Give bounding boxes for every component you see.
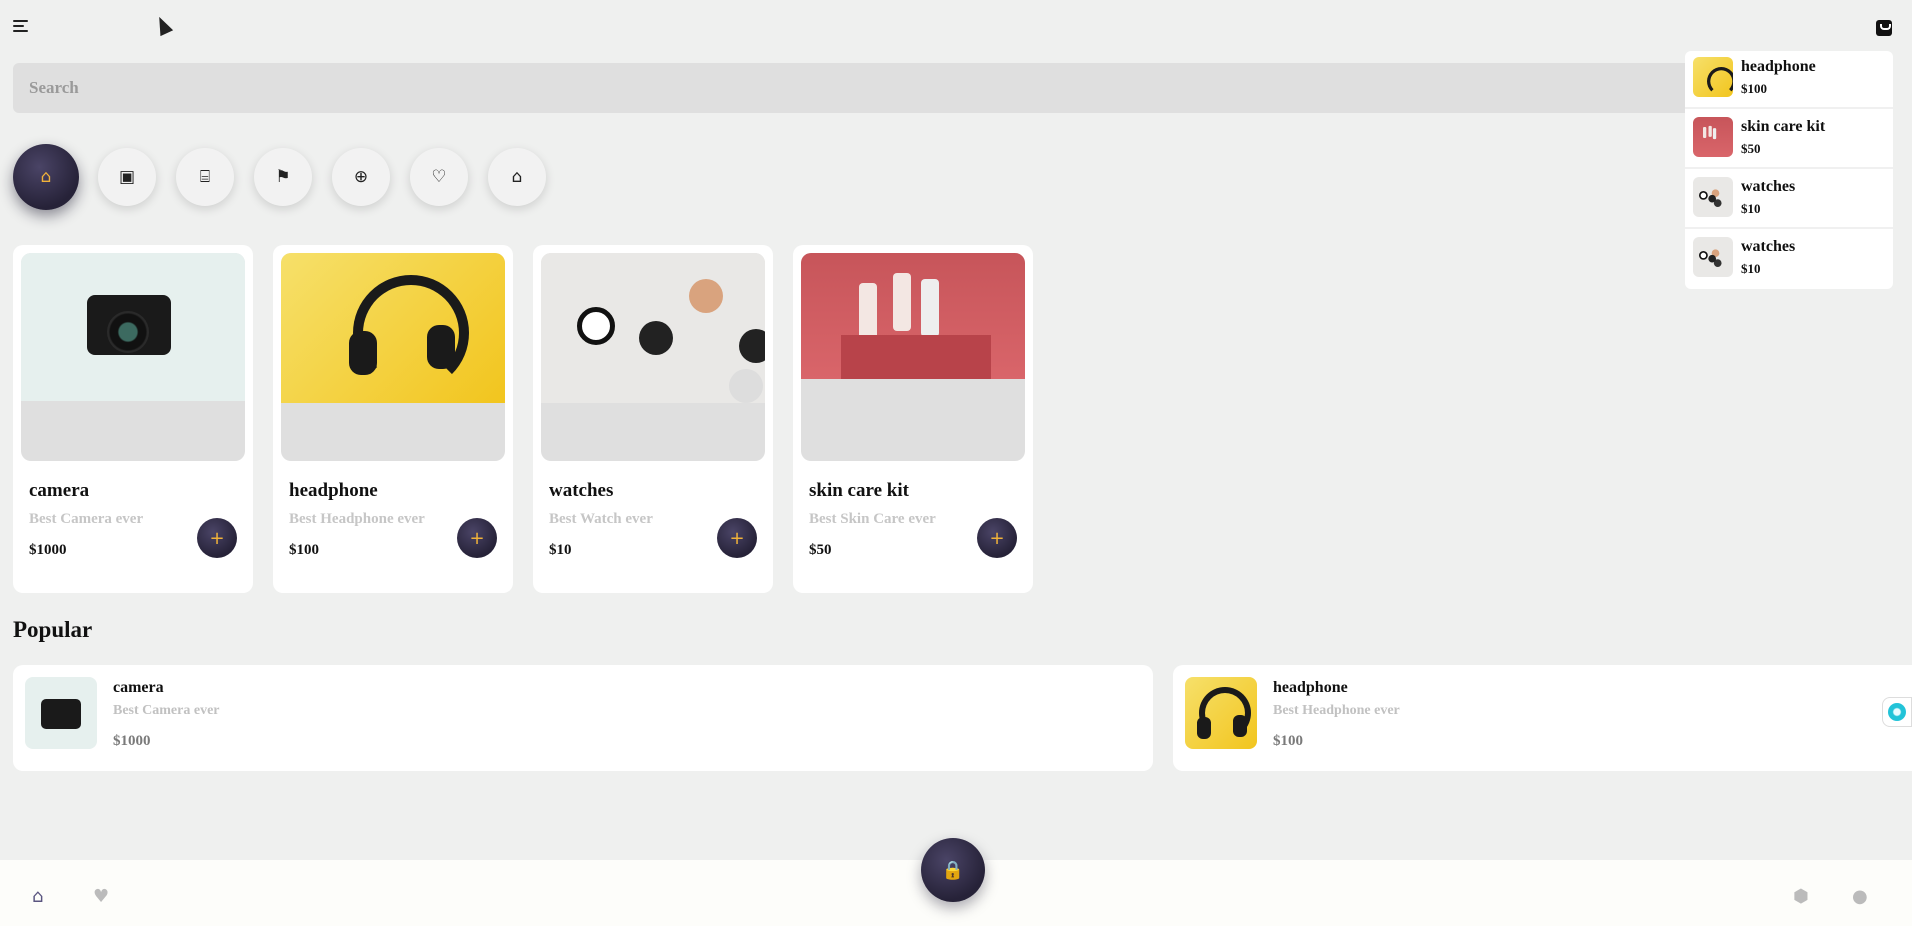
- product-description: Best Skin Care ever: [809, 511, 936, 527]
- product-image: [281, 253, 505, 461]
- popular-thumbnail: [25, 677, 97, 749]
- cart-dropdown: headphone $100 skin care kit $50 watches…: [1685, 51, 1893, 289]
- category-bookmark-icon[interactable]: ⚑: [254, 148, 312, 206]
- product-price: $50: [809, 542, 832, 558]
- cart-item-name: headphone: [1741, 58, 1816, 75]
- popular-item[interactable]: headphone Best Headphone ever $100: [1173, 665, 1912, 771]
- skin-care-image: [801, 253, 1025, 379]
- cart-item[interactable]: headphone $100: [1685, 51, 1893, 109]
- product-image: [801, 253, 1025, 461]
- cart-item-price: $10: [1741, 261, 1761, 276]
- category-house-filled-icon[interactable]: ⌂: [488, 148, 546, 206]
- product-description: Best Watch ever: [549, 511, 653, 527]
- cart-item-name: skin care kit: [1741, 118, 1826, 135]
- add-to-cart-button[interactable]: +: [197, 518, 237, 558]
- cart-item[interactable]: watches $10: [1685, 231, 1893, 289]
- product-price: $1000: [29, 542, 67, 558]
- product-card[interactable]: camera Best Camera ever $1000 +: [13, 245, 253, 593]
- cart-item-thumbnail: [1693, 237, 1733, 277]
- assistant-icon[interactable]: [1882, 697, 1912, 727]
- category-store-icon[interactable]: ⌸: [176, 148, 234, 206]
- cart-item-name: watches: [1741, 178, 1796, 195]
- popular-item-description: Best Headphone ever: [1273, 703, 1400, 718]
- nav-home-icon[interactable]: ⌂: [32, 886, 43, 907]
- cart-item-name: watches: [1741, 238, 1796, 255]
- search-input[interactable]: [13, 63, 1713, 113]
- product-price: $10: [549, 542, 572, 558]
- add-to-cart-button[interactable]: +: [717, 518, 757, 558]
- cart-icon[interactable]: [1876, 20, 1892, 36]
- category-globe-icon[interactable]: ⊕: [332, 148, 390, 206]
- product-card[interactable]: skin care kit Best Skin Care ever $50 +: [793, 245, 1033, 593]
- popular-item-price: $100: [1273, 733, 1303, 749]
- nav-favorites-icon[interactable]: ♥: [93, 886, 109, 907]
- popular-item[interactable]: camera Best Camera ever $1000: [13, 665, 1153, 771]
- cart-item-thumbnail: [1693, 177, 1733, 217]
- shopping-bag-button[interactable]: 🔒: [921, 838, 985, 902]
- product-description: Best Camera ever: [29, 511, 144, 527]
- mouse-cursor: [152, 13, 174, 37]
- headphone-image: [281, 253, 505, 403]
- nav-profile-icon[interactable]: ●: [1852, 886, 1868, 907]
- cart-item-price: $10: [1741, 201, 1761, 216]
- cart-item-thumbnail: [1693, 57, 1733, 97]
- popular-thumbnail: [1185, 677, 1257, 749]
- product-title: watches: [549, 480, 614, 501]
- popular-heading: Popular: [13, 617, 93, 642]
- product-card[interactable]: watches Best Watch ever $10 +: [533, 245, 773, 593]
- product-title: camera: [29, 480, 90, 501]
- product-card[interactable]: headphone Best Headphone ever $100 +: [273, 245, 513, 593]
- cart-item[interactable]: skin care kit $50: [1685, 111, 1893, 169]
- camera-image: [21, 253, 245, 401]
- cart-item-thumbnail: [1693, 117, 1733, 157]
- popular-item-price: $1000: [113, 733, 151, 749]
- product-title: headphone: [289, 480, 378, 501]
- category-home-icon[interactable]: ⌂: [13, 144, 79, 210]
- top-bar: [0, 0, 1912, 56]
- product-title: skin care kit: [809, 480, 909, 501]
- product-description: Best Headphone ever: [289, 511, 425, 527]
- category-wallet-icon[interactable]: ▣: [98, 148, 156, 206]
- popular-item-name: camera: [113, 679, 164, 696]
- menu-icon[interactable]: [13, 20, 29, 36]
- popular-item-name: headphone: [1273, 679, 1348, 696]
- category-heart-icon[interactable]: ♡: [410, 148, 468, 206]
- cart-item[interactable]: watches $10: [1685, 171, 1893, 229]
- product-image: [541, 253, 765, 461]
- product-image: [21, 253, 245, 461]
- cart-item-price: $100: [1741, 81, 1767, 96]
- add-to-cart-button[interactable]: +: [977, 518, 1017, 558]
- popular-item-description: Best Camera ever: [113, 703, 220, 718]
- watches-image: [541, 253, 765, 403]
- nav-settings-icon[interactable]: ⬢: [1793, 886, 1809, 907]
- cart-item-price: $50: [1741, 141, 1761, 156]
- add-to-cart-button[interactable]: +: [457, 518, 497, 558]
- product-price: $100: [289, 542, 319, 558]
